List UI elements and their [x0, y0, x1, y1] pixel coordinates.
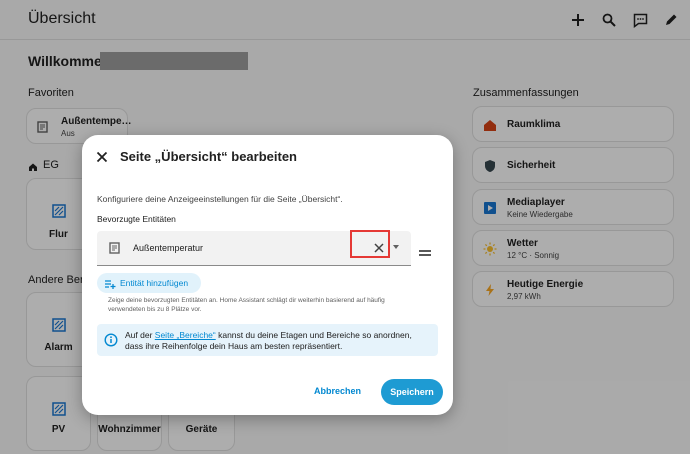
- save-button[interactable]: Speichern: [381, 379, 443, 405]
- dialog-title: Seite „Übersicht“ bearbeiten: [120, 149, 297, 164]
- preferred-entities-label: Bevorzugte Entitäten: [97, 214, 176, 224]
- chevron-down-icon[interactable]: [393, 245, 399, 249]
- clear-entity-button[interactable]: [367, 238, 391, 258]
- info-alert: Auf der Seite „Bereiche“ kannst du deine…: [97, 324, 438, 356]
- edit-page-dialog: Seite „Übersicht“ bearbeiten Konfigurier…: [82, 135, 453, 415]
- entity-value: Außentemperatur: [133, 243, 204, 253]
- close-icon[interactable]: [94, 149, 110, 165]
- info-prefix: Auf der: [125, 330, 155, 340]
- playlist-plus-icon: [104, 277, 116, 289]
- dialog-description: Konfiguriere deine Anzeigeeinstellungen …: [97, 194, 343, 204]
- info-icon: [104, 333, 118, 347]
- helper-text: Zeige deine bevorzugten Entitäten an. Ho…: [108, 297, 385, 313]
- areas-page-link[interactable]: Seite „Bereiche“: [155, 330, 216, 340]
- cancel-button[interactable]: Abbrechen: [314, 386, 361, 396]
- info-text: Auf der Seite „Bereiche“ kannst du deine…: [125, 330, 430, 352]
- entity-picker-field[interactable]: Außentemperatur: [97, 230, 411, 266]
- add-entity-label: Entität hinzufügen: [120, 278, 189, 288]
- thermometer-icon: [109, 241, 123, 255]
- drag-handle-icon[interactable]: [419, 244, 431, 256]
- add-entity-button[interactable]: Entität hinzufügen: [97, 273, 201, 293]
